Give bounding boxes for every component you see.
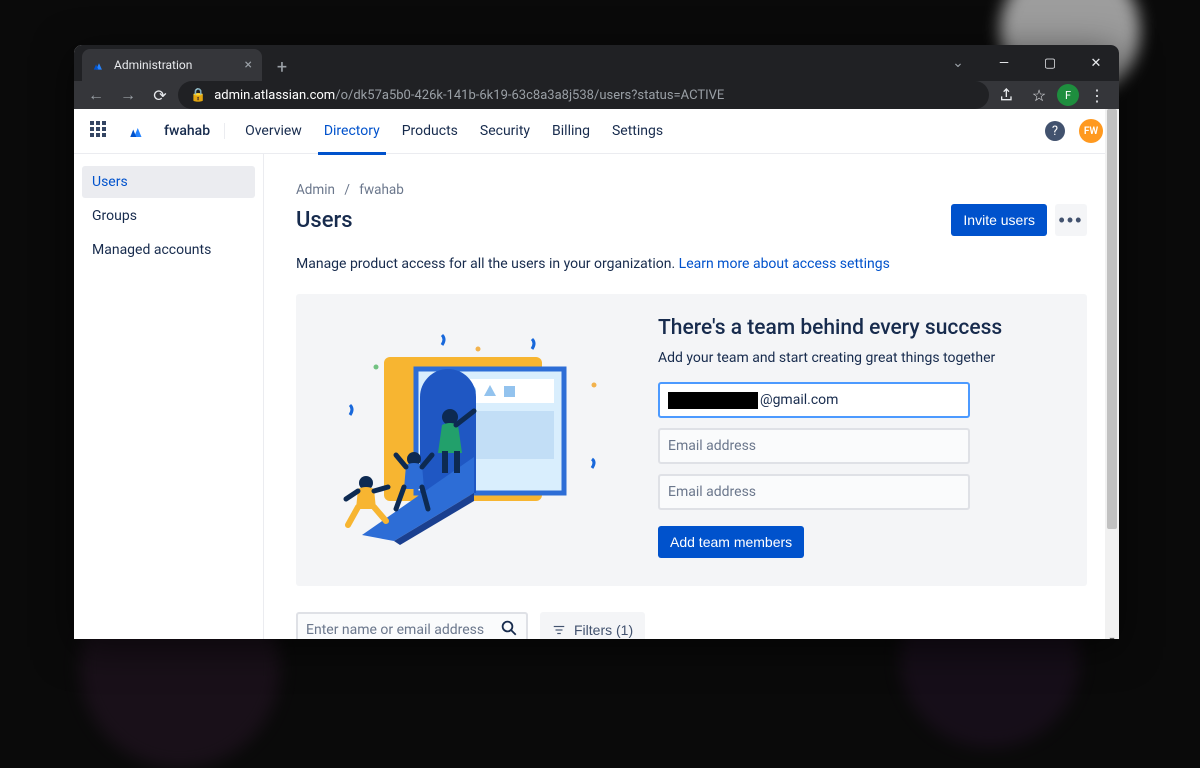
sidebar-item-managed-accounts[interactable]: Managed accounts xyxy=(82,234,255,266)
nav-directory[interactable]: Directory xyxy=(322,109,382,154)
url-domain: admin.atlassian.com xyxy=(214,88,335,103)
hero-heading: There's a team behind every success xyxy=(658,316,1059,340)
bookmark-star-icon[interactable]: ☆ xyxy=(1025,81,1053,109)
lock-icon: 🔒 xyxy=(190,88,206,103)
email-1-visible: @gmail.com xyxy=(760,392,838,408)
url-path: /o/dk57a5b0-426k-141b-6k19-63c8a3a8j538/… xyxy=(335,88,724,103)
user-avatar[interactable]: FW xyxy=(1079,119,1103,143)
tab-title: Administration xyxy=(114,58,192,72)
add-team-members-button[interactable]: Add team members xyxy=(658,526,804,558)
breadcrumb-separator: / xyxy=(344,182,350,198)
forward-button[interactable]: → xyxy=(114,81,142,109)
sidebar: Users Groups Managed accounts xyxy=(74,154,264,639)
breadcrumb-root[interactable]: Admin xyxy=(296,182,335,198)
address-bar[interactable]: 🔒 admin.atlassian.com/o/dk57a5b0-426k-14… xyxy=(178,81,989,109)
nav-products[interactable]: Products xyxy=(400,109,460,154)
redacted-email-local xyxy=(668,392,758,409)
main-content: Admin / fwahab Users Invite users ••• Ma… xyxy=(264,154,1119,639)
close-tab-icon[interactable]: × xyxy=(245,57,252,73)
window-controls: ⌄ — ▢ ✕ xyxy=(935,45,1119,81)
email-input-3[interactable]: Email address xyxy=(658,474,970,510)
page-description: Manage product access for all the users … xyxy=(296,256,1087,272)
maximize-button[interactable]: ▢ xyxy=(1027,45,1073,81)
org-name[interactable]: fwahab xyxy=(164,123,225,139)
team-illustration xyxy=(324,327,624,547)
reload-button[interactable]: ⟳ xyxy=(146,81,174,109)
scroll-down-arrow[interactable]: ▾ xyxy=(1105,635,1119,639)
search-icon xyxy=(500,619,518,639)
nav-billing[interactable]: Billing xyxy=(550,109,592,154)
hero-subheading: Add your team and start creating great t… xyxy=(658,350,1059,366)
learn-more-link[interactable]: Learn more about access settings xyxy=(679,256,890,272)
tab-search-icon[interactable]: ⌄ xyxy=(935,45,981,81)
minimize-button[interactable]: — xyxy=(981,45,1027,81)
browser-tab[interactable]: Administration × xyxy=(82,49,262,81)
new-tab-button[interactable]: + xyxy=(268,53,296,81)
atlassian-logo-icon xyxy=(128,122,146,140)
sidebar-item-groups[interactable]: Groups xyxy=(82,200,255,232)
more-actions-button[interactable]: ••• xyxy=(1055,204,1087,236)
browser-toolbar: ← → ⟳ 🔒 admin.atlassian.com/o/dk57a5b0-4… xyxy=(74,81,1119,109)
app-shell: fwahab Overview Directory Products Secur… xyxy=(74,109,1119,639)
page-title: Users xyxy=(296,208,353,233)
app-switcher-icon[interactable] xyxy=(90,121,110,141)
vertical-scrollbar[interactable]: ▾ xyxy=(1105,109,1119,639)
back-button[interactable]: ← xyxy=(82,81,110,109)
browser-menu-icon[interactable]: ⋮ xyxy=(1083,81,1111,109)
email-input-1[interactable]: @gmail.com xyxy=(658,382,970,418)
breadcrumb-leaf[interactable]: fwahab xyxy=(359,182,404,198)
help-icon[interactable]: ? xyxy=(1045,121,1065,141)
share-icon[interactable] xyxy=(993,81,1021,109)
nav-settings[interactable]: Settings xyxy=(610,109,665,154)
filters-button[interactable]: Filters (1) xyxy=(540,612,645,639)
invite-team-panel: There's a team behind every success Add … xyxy=(296,294,1087,586)
browser-window: Administration × + ⌄ — ▢ ✕ ← → ⟳ 🔒 admin… xyxy=(74,45,1119,639)
user-search-input[interactable]: Enter name or email address xyxy=(296,612,528,639)
nav-overview[interactable]: Overview xyxy=(243,109,304,154)
app-topnav: fwahab Overview Directory Products Secur… xyxy=(74,109,1119,154)
browser-titlebar: Administration × + ⌄ — ▢ ✕ xyxy=(74,45,1119,81)
nav-security[interactable]: Security xyxy=(478,109,532,154)
scrollbar-thumb[interactable] xyxy=(1107,109,1117,529)
browser-profile-avatar[interactable]: F xyxy=(1057,84,1079,106)
email-input-2[interactable]: Email address xyxy=(658,428,970,464)
breadcrumb: Admin / fwahab xyxy=(296,182,1087,198)
invite-users-button[interactable]: Invite users xyxy=(951,204,1047,236)
sidebar-item-users[interactable]: Users xyxy=(82,166,255,198)
atlassian-favicon xyxy=(92,58,106,72)
close-window-button[interactable]: ✕ xyxy=(1073,45,1119,81)
